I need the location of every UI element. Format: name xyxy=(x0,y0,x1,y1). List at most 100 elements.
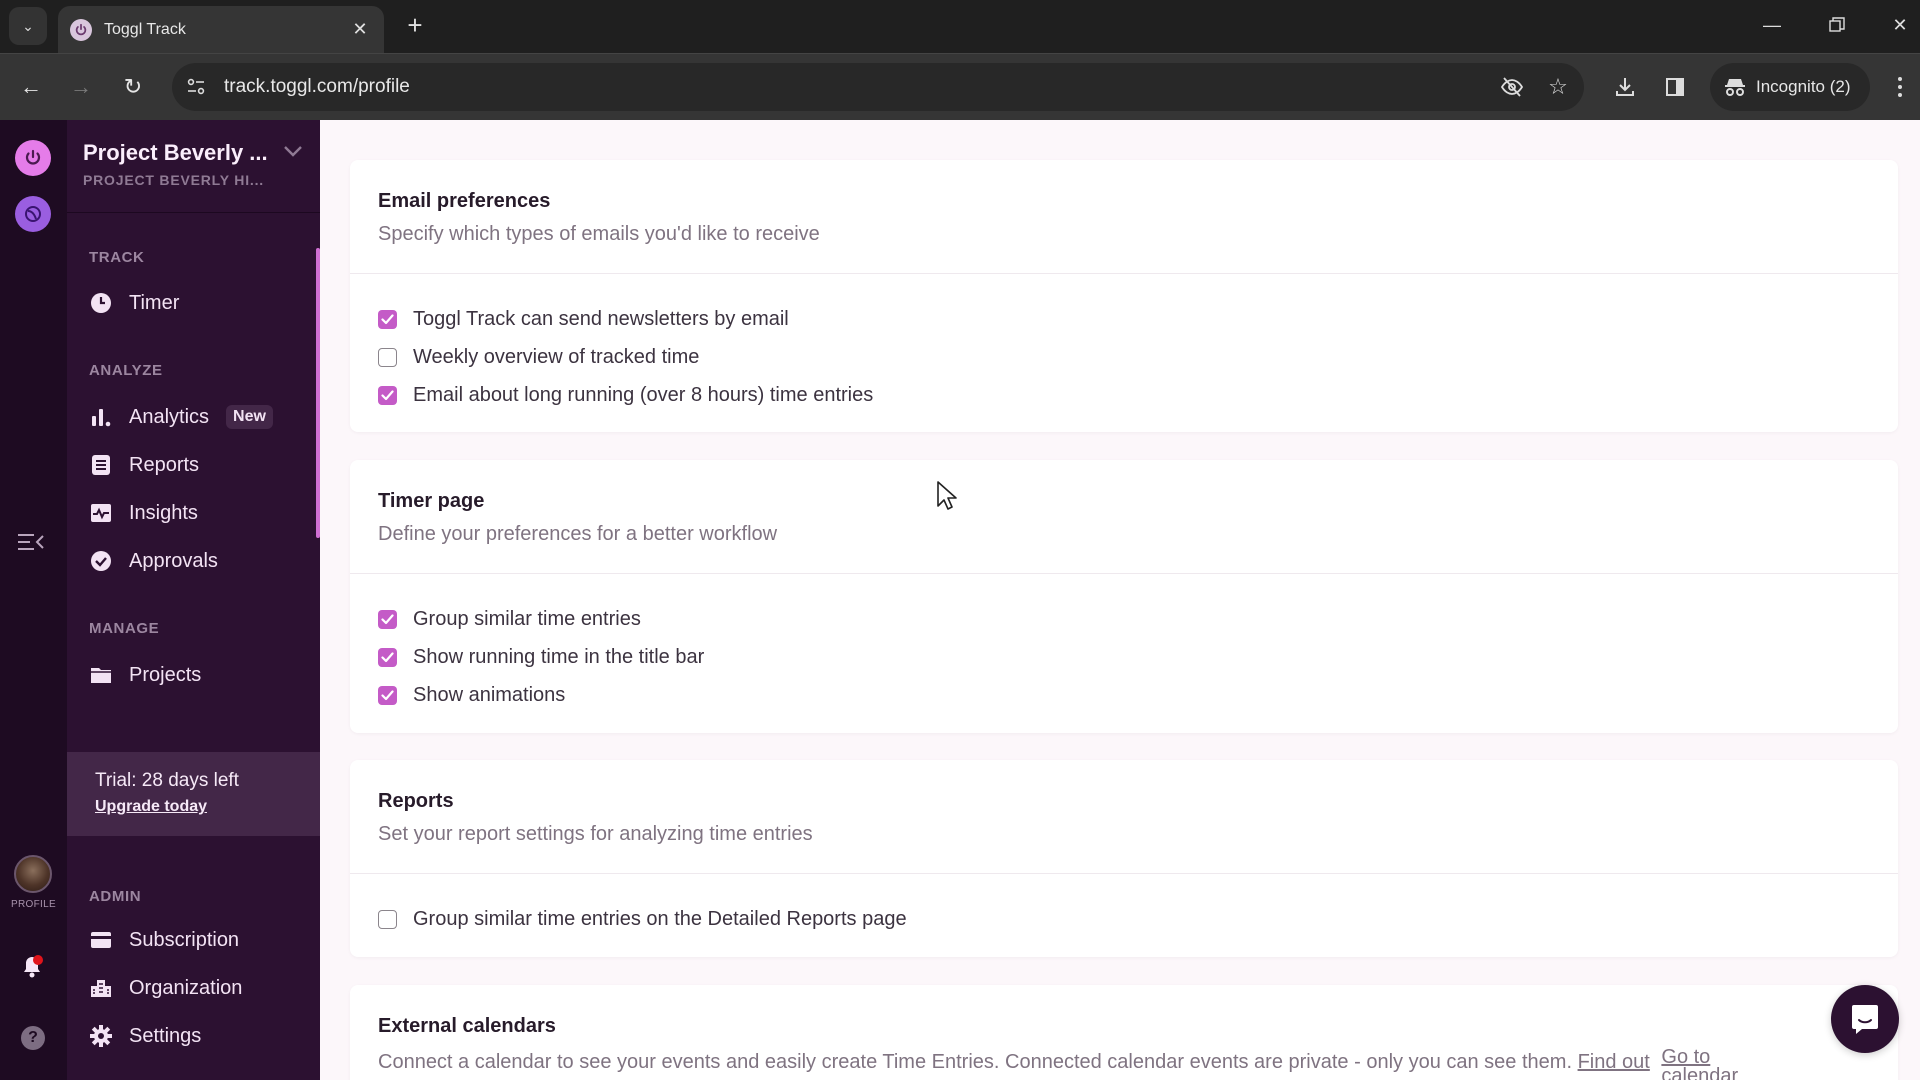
forward-icon[interactable]: → xyxy=(63,69,99,105)
sidebar-item-reports[interactable]: Reports xyxy=(89,447,309,483)
checkbox-label: Weekly overview of tracked time xyxy=(413,345,700,368)
clock-icon xyxy=(89,291,113,315)
profile-avatar[interactable] xyxy=(14,855,52,893)
sidebar-item-label: Subscription xyxy=(129,928,240,951)
close-window-icon[interactable]: ✕ xyxy=(1880,8,1920,42)
section-manage: MANAGE xyxy=(89,620,160,637)
url-text: track.toggl.com/profile xyxy=(224,76,410,97)
side-panel-icon[interactable] xyxy=(1657,69,1693,105)
sidebar-item-label: Analytics xyxy=(129,405,210,428)
card-title: Reports xyxy=(378,790,454,812)
sidebar-item-timer[interactable]: Timer xyxy=(89,285,309,321)
back-icon[interactable]: ← xyxy=(13,69,49,105)
find-out-link[interactable]: Find out xyxy=(1578,1051,1650,1073)
mouse-cursor-icon xyxy=(937,481,957,510)
sidebar-item-organization[interactable]: Organization xyxy=(89,970,309,1006)
reports-options: Group similar time entries on the Detail… xyxy=(350,874,1898,938)
checkbox[interactable] xyxy=(378,347,397,367)
go-to-calendar-link[interactable]: Go to calendar xyxy=(1661,1047,1739,1080)
checkbox[interactable] xyxy=(378,909,397,929)
sidebar-item-analytics[interactable]: Analytics New xyxy=(89,399,309,435)
download-icon[interactable] xyxy=(1607,69,1643,105)
help-icon[interactable]: ? xyxy=(21,1026,45,1050)
checkbox[interactable] xyxy=(378,647,397,667)
card-title: Timer page xyxy=(378,490,485,512)
checkbox[interactable] xyxy=(378,609,397,629)
checkbox-label: Group similar time entries on the Detail… xyxy=(413,907,907,930)
checkbox-label: Email about long running (over 8 hours) … xyxy=(413,383,874,406)
sidebar-item-label: Approvals xyxy=(129,549,218,572)
site-settings-icon[interactable] xyxy=(176,67,216,107)
sidebar-item-label: Projects xyxy=(129,663,202,686)
section-analyze: ANALYZE xyxy=(89,362,163,379)
checkbox[interactable] xyxy=(378,685,397,705)
checkbox-label: Show animations xyxy=(413,683,566,706)
notifications-bell-icon[interactable] xyxy=(20,952,46,980)
checkbox[interactable] xyxy=(378,309,397,329)
sidebar-item-insights[interactable]: Insights xyxy=(89,495,309,531)
card-subtitle: Connect a calendar to see your events an… xyxy=(378,1047,1870,1080)
tab-close-icon[interactable]: ✕ xyxy=(348,19,372,40)
checkbox-label: Group similar time entries xyxy=(413,607,641,630)
workspace-name: Project Beverly ... xyxy=(83,140,268,165)
sidebar-item-subscription[interactable]: Subscription xyxy=(89,922,309,958)
checkbox-option[interactable]: Group similar time entries xyxy=(378,600,1870,638)
bar-chart-icon xyxy=(89,405,113,429)
checkbox-option[interactable]: Weekly overview of tracked time xyxy=(378,338,1870,376)
calendar-description: Connect a calendar to see your events an… xyxy=(378,1051,1572,1073)
gear-icon xyxy=(89,1024,113,1048)
external-calendars-card: External calendars Connect a calendar to… xyxy=(350,985,1898,1080)
card-title: External calendars xyxy=(378,1015,556,1037)
app-rail: PROFILE ? xyxy=(0,120,67,1080)
chat-bubble-icon xyxy=(1852,1005,1878,1034)
reload-icon[interactable]: ↻ xyxy=(115,69,151,105)
email-options: Toggl Track can send newsletters by emai… xyxy=(350,274,1898,414)
eye-off-icon[interactable] xyxy=(1492,67,1532,107)
track-app-icon[interactable] xyxy=(15,140,51,176)
insights-icon xyxy=(89,501,113,525)
browser-tab[interactable]: Toggl Track ✕ xyxy=(58,6,384,53)
checkbox-label: Toggl Track can send newsletters by emai… xyxy=(413,307,789,330)
divider xyxy=(67,212,320,213)
chevron-down-icon: ⌄ xyxy=(22,17,34,34)
checkbox-option[interactable]: Email about long running (over 8 hours) … xyxy=(378,376,1870,414)
card-subtitle: Specify which types of emails you'd like… xyxy=(378,223,820,245)
checkbox-option[interactable]: Show running time in the title bar xyxy=(378,638,1870,676)
section-track: TRACK xyxy=(89,249,145,266)
address-bar[interactable]: track.toggl.com/profile ☆ xyxy=(172,63,1584,111)
checkbox-label: Show running time in the title bar xyxy=(413,645,705,668)
go-to-line2: calendar xyxy=(1661,1065,1739,1080)
new-tab-button[interactable]: + xyxy=(400,10,430,40)
tab-title: Toggl Track xyxy=(104,20,186,38)
browser-toolbar: ← → ↻ track.toggl.com/profile ☆ Incognit… xyxy=(0,53,1920,120)
check-circle-icon xyxy=(89,549,113,573)
reports-icon xyxy=(89,453,113,477)
sidebar-item-settings[interactable]: Settings xyxy=(89,1018,309,1054)
incognito-indicator[interactable]: Incognito (2) xyxy=(1710,63,1870,111)
card-title: Email preferences xyxy=(378,190,551,212)
timer-page-card: Timer page Define your preferences for a… xyxy=(350,460,1898,733)
timer-options: Group similar time entries Show running … xyxy=(350,574,1898,714)
trial-banner: Trial: 28 days left Upgrade today xyxy=(67,752,320,836)
sidebar-item-approvals[interactable]: Approvals xyxy=(89,543,309,579)
checkbox[interactable] xyxy=(378,385,397,405)
plan-app-icon[interactable] xyxy=(15,196,51,232)
minimize-icon[interactable]: — xyxy=(1752,8,1792,42)
sidebar-item-label: Insights xyxy=(129,501,198,524)
sidebar: Project Beverly ... PROJECT BEVERLY HI..… xyxy=(67,120,320,1080)
browser-menu-icon[interactable] xyxy=(1888,69,1912,105)
tab-search-button[interactable]: ⌄ xyxy=(9,7,47,45)
chat-support-button[interactable] xyxy=(1831,985,1899,1053)
sidebar-item-projects[interactable]: Projects xyxy=(89,657,309,693)
workspace-switcher[interactable]: Project Beverly ... PROJECT BEVERLY HI..… xyxy=(83,140,313,188)
bookmark-star-icon[interactable]: ☆ xyxy=(1538,67,1578,107)
chevron-down-icon[interactable] xyxy=(282,144,304,158)
collapse-sidebar-icon[interactable] xyxy=(16,530,46,560)
restore-icon[interactable] xyxy=(1817,8,1857,42)
checkbox-option[interactable]: Toggl Track can send newsletters by emai… xyxy=(378,300,1870,338)
checkbox-option[interactable]: Group similar time entries on the Detail… xyxy=(378,900,1870,938)
incognito-icon xyxy=(1725,79,1745,96)
upgrade-link[interactable]: Upgrade today xyxy=(95,798,207,816)
folder-icon xyxy=(89,663,113,687)
checkbox-option[interactable]: Show animations xyxy=(378,676,1870,714)
